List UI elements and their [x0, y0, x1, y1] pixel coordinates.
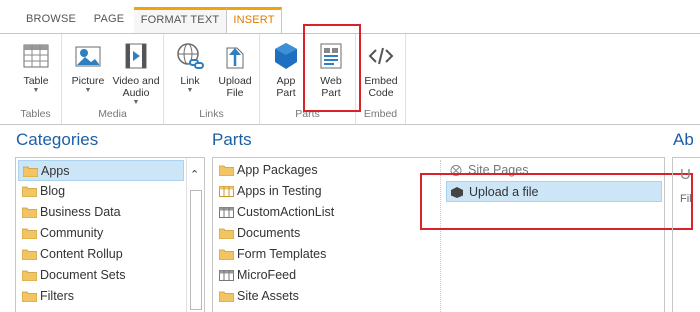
chevron-down-icon: ▼	[32, 87, 40, 94]
app-part-icon	[275, 43, 297, 69]
category-item-blog[interactable]: Blog	[18, 181, 184, 202]
part-item-site-assets[interactable]: Site Assets	[215, 286, 425, 307]
category-label: Blog	[40, 184, 66, 198]
tab-insert[interactable]: INSERT	[226, 7, 282, 33]
part-item-documents[interactable]: Documents	[215, 223, 425, 244]
part-label: Documents	[237, 226, 301, 240]
scrollbar-thumb[interactable]	[190, 190, 202, 310]
parts-title: Parts	[212, 130, 252, 149]
part-label: Apps in Testing	[237, 184, 322, 198]
group-label-embed: Embed	[363, 108, 398, 120]
link-icon	[177, 43, 204, 69]
tab-format-text[interactable]: FORMAT TEXT	[134, 7, 226, 33]
group-label-media: Media	[98, 108, 127, 120]
chevron-down-icon: ▼	[84, 87, 92, 94]
part-item-form-templates[interactable]: Form Templates	[215, 244, 425, 265]
video-audio-icon	[125, 43, 147, 69]
web-part-highlight	[303, 24, 361, 112]
about-title: Ab	[673, 130, 694, 149]
app-part-label: App Part	[276, 75, 296, 99]
folder-icon	[23, 166, 38, 177]
folder-icon	[22, 228, 37, 239]
category-item-business-data[interactable]: Business Data	[18, 202, 184, 223]
upload-file-button[interactable]: Upload File	[214, 40, 256, 99]
embed-code-button[interactable]: Embed Code	[360, 40, 402, 99]
category-item-content-rollup[interactable]: Content Rollup	[18, 244, 184, 265]
table-label: Table	[23, 75, 49, 87]
part-item-apps-in-testing[interactable]: Apps in Testing	[215, 181, 425, 202]
table-button[interactable]: Table ▼	[16, 40, 56, 95]
app-part-button[interactable]: App Part	[266, 40, 306, 99]
list-icon	[219, 207, 234, 218]
folder-icon	[22, 270, 37, 281]
categories-list: Apps Blog Business Data Community Conten…	[18, 160, 184, 307]
parts-list-left: App Packages Apps in Testing CustomActio…	[215, 160, 425, 307]
upload-icon	[226, 47, 244, 69]
part-label: Site Assets	[237, 289, 299, 303]
part-item-customactionlist[interactable]: CustomActionList	[215, 202, 425, 223]
library-icon	[219, 228, 234, 239]
about-part-description: Fil	[680, 193, 692, 205]
library-icon	[219, 249, 234, 260]
category-label: Community	[40, 226, 104, 240]
categories-scrollbar[interactable]: ⌃	[186, 158, 204, 312]
scroll-up-icon[interactable]: ⌃	[190, 168, 199, 181]
library-icon	[219, 291, 234, 302]
part-label: CustomActionList	[237, 205, 335, 219]
picture-label: Picture	[71, 75, 105, 87]
link-label: Link	[180, 75, 200, 87]
category-item-community[interactable]: Community	[18, 223, 184, 244]
category-label: Filters	[40, 289, 75, 303]
category-item-apps[interactable]: Apps	[18, 160, 184, 181]
about-part-name: U	[680, 166, 691, 183]
tab-browse[interactable]: BROWSE	[18, 7, 84, 33]
group-embed: Embed Code Embed	[356, 34, 406, 124]
folder-icon	[22, 207, 37, 218]
embed-code-label: Embed Code	[364, 75, 398, 99]
list-icon	[219, 186, 234, 197]
category-item-filters[interactable]: Filters	[18, 286, 184, 307]
category-label: Document Sets	[40, 268, 126, 282]
group-label-tables: Tables	[20, 108, 51, 120]
folder-icon	[22, 291, 37, 302]
part-item-app-packages[interactable]: App Packages	[215, 160, 425, 181]
part-label: MicroFeed	[237, 268, 297, 282]
category-item-document-sets[interactable]: Document Sets	[18, 265, 184, 286]
group-label-links: Links	[199, 108, 224, 120]
group-media: Picture ▼ Video and Audio ▼ Media	[62, 34, 164, 124]
library-icon	[219, 165, 234, 176]
part-item-microfeed[interactable]: MicroFeed	[215, 265, 425, 286]
category-label: Business Data	[40, 205, 121, 219]
chevron-down-icon: ▼	[186, 87, 194, 94]
link-button[interactable]: Link ▼	[170, 40, 210, 95]
picture-icon	[75, 46, 101, 67]
embed-code-icon	[368, 47, 394, 65]
sharepoint-page: BROWSE PAGE FORMAT TEXT INSERT Table ▼ T…	[0, 0, 700, 312]
folder-icon	[22, 186, 37, 197]
group-tables: Table ▼ Tables	[10, 34, 62, 124]
tab-page[interactable]: PAGE	[84, 7, 134, 33]
chevron-down-icon: ▼	[132, 99, 140, 106]
table-icon	[23, 44, 49, 68]
part-label: Form Templates	[237, 247, 327, 261]
upload-file-highlight	[420, 173, 693, 230]
picture-button[interactable]: Picture ▼	[68, 40, 108, 95]
group-links: Link ▼ Upload File Links	[164, 34, 260, 124]
categories-title: Categories	[16, 130, 99, 149]
list-icon	[219, 270, 234, 281]
upload-file-label: Upload File	[218, 75, 252, 99]
category-label: Content Rollup	[40, 247, 123, 261]
video-audio-label: Video and Audio	[112, 75, 160, 99]
video-audio-button[interactable]: Video and Audio ▼	[110, 40, 162, 107]
category-label: Apps	[41, 164, 70, 178]
folder-icon	[22, 249, 37, 260]
part-label: App Packages	[237, 163, 318, 177]
